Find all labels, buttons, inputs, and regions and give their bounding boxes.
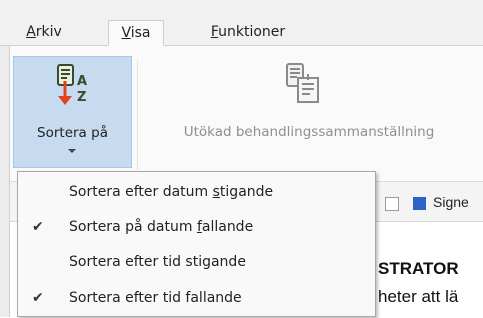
menu-item-sort-time-ascending[interactable]: Sortera efter tid stigande — [18, 246, 375, 282]
signe-color-chip — [413, 197, 426, 210]
menu-item-label: Sortera på datum fallande — [69, 219, 254, 235]
svg-text:Z: Z — [77, 90, 86, 105]
extended-treatment-summary-label: Utökad behandlingssammanställning — [183, 124, 435, 140]
tab-access-key: V — [121, 25, 131, 41]
menu-item-label: Sortera efter tid stigande — [69, 254, 246, 270]
sort-by-label: Sortera på — [37, 125, 108, 141]
tab-funktioner[interactable]: Funktioner — [199, 20, 297, 46]
tab-label: rkiv — [35, 24, 62, 40]
menu-item-label: Sortera efter datum stigande — [69, 184, 274, 200]
menu-item-sort-time-descending[interactable]: ✔ Sortera efter tid fallande — [18, 282, 375, 318]
menu-item-label: Sortera efter tid fallande — [69, 290, 242, 306]
content-checkbox[interactable] — [385, 197, 399, 211]
menu-item-sort-date-descending[interactable]: ✔ Sortera på datum fallande — [18, 211, 375, 247]
tab-label: isa — [130, 25, 151, 41]
checkmark-icon — [32, 184, 48, 200]
tab-access-key: A — [26, 24, 36, 40]
menu-item-sort-date-ascending[interactable]: Sortera efter datum stigande — [18, 176, 375, 212]
sort-dropdown-menu: Sortera efter datum stigande ✔ Sortera p… — [17, 171, 376, 317]
left-edge-panel — [0, 46, 10, 317]
ribbon-separator — [137, 60, 138, 170]
chevron-down-icon — [68, 149, 76, 153]
tab-label: unktioner — [218, 24, 286, 40]
menu-tab-strip: Arkiv Visa Funktioner — [0, 0, 483, 46]
checkmark-icon: ✔ — [32, 219, 44, 235]
summary-list-icon — [280, 62, 326, 108]
tab-visa[interactable]: Visa — [108, 20, 164, 46]
sort-az-icon: A Z — [51, 63, 97, 109]
sort-by-button[interactable]: A Z Sortera på — [13, 56, 132, 168]
signe-label: Signe — [433, 194, 469, 210]
checkmark-icon: ✔ — [32, 290, 44, 306]
administrator-heading: STRATOR — [378, 259, 459, 278]
extended-treatment-summary-button[interactable]: Utökad behandlingssammanställning — [141, 56, 477, 168]
tab-arkiv[interactable]: Arkiv — [20, 20, 68, 46]
checkmark-icon — [32, 254, 48, 270]
svg-text:A: A — [77, 74, 87, 89]
content-text-line: heter att lä — [378, 287, 459, 306]
